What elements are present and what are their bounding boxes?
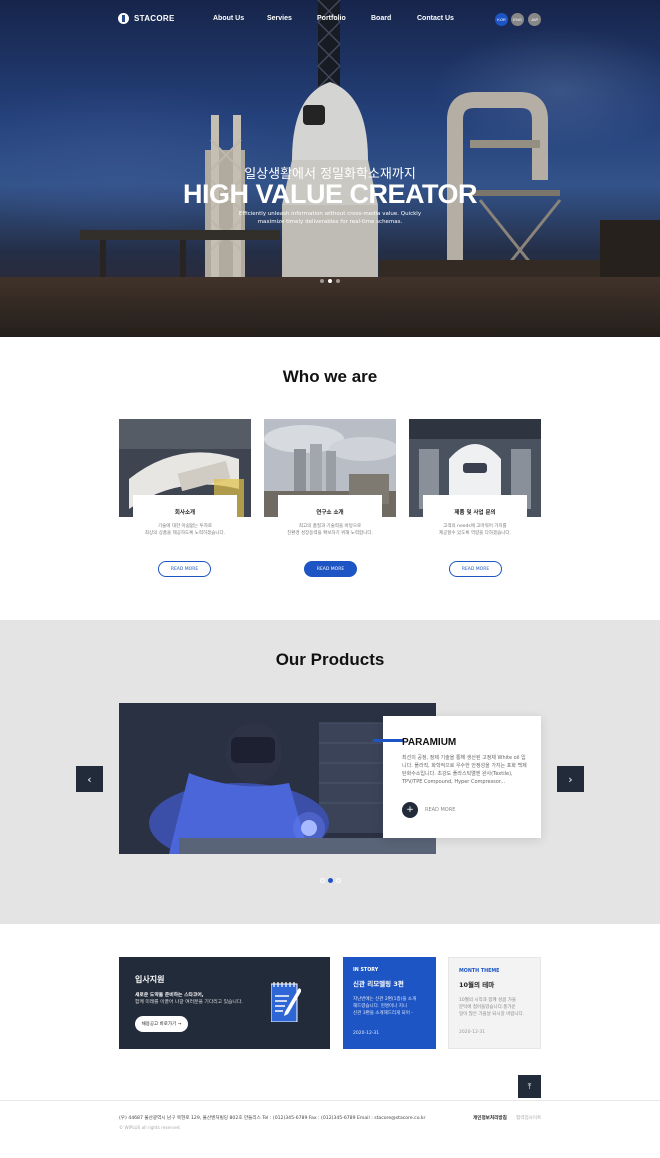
lang-kor-button[interactable]: KOR [495,13,508,26]
pagination-dot[interactable] [336,878,341,883]
story-card-month-theme[interactable]: MONTH THEME 10월의 테마 10월의 시작과 함께 성큼 가을 문턱… [448,957,541,1049]
products-next-button[interactable]: › [557,766,584,792]
story-tag: MONTH THEME [459,969,500,974]
footer-address: (우) 44687 울산광역시 남구 북현로 129, 울산벤처빌딩 802호 … [119,1116,426,1121]
pagination-dot[interactable] [328,878,333,883]
main-menu: About Us Servies Portfolio Board Contact… [0,15,660,27]
nav-about-us[interactable]: About Us [213,15,244,22]
card-research: 연구소 소개 최고의 품질과 기술력을 바탕으로 친환경 성장동력을 확보하기 … [264,419,396,579]
research-read-more-button[interactable]: READ MORE [304,561,357,577]
card-company-info: 회사소개 기술에 대한 아쉽없는 투자로 최상의 상품을 제공하도록 노력하겠습… [133,495,237,551]
story-title: 신관 리모델링 3편 [353,980,404,988]
nav-board[interactable]: Board [371,15,391,22]
card-inquiry-info: 제품 및 사업 문의 고객의 needs에 고마워어 가치를 제공할수 있도록 … [423,495,527,551]
product-read-more[interactable]: + READ MORE [402,802,455,818]
notepad-pen-icon [271,982,301,1022]
hero-title: HIGH VALUE CREATOR [182,179,478,209]
scroll-top-button[interactable]: ⤒ [518,1075,541,1098]
footer: (우) 44687 울산광역시 남구 북현로 129, 울산벤처빌딩 802호 … [0,1100,660,1158]
recruit-title: 입사지원 [135,975,165,984]
story-text: 10월의 시작과 함께 성큼 가을 문턱에 접어들었습니다.풍가운 일이 많은 … [459,998,525,1017]
recruit-description: 새로운 도약을 준비하는 스타코어, 함께 미래를 이끌어 나갈 여러분을 기다… [135,993,243,1005]
card-title: 연구소 소개 [316,510,344,516]
lang-jap-button[interactable]: JAP [528,13,541,26]
card-description: 고객의 needs에 고마워어 가치를 제공할수 있도록 역량을 다하겠습니다. [439,524,511,536]
arrow-up-icon: ⤒ [527,1081,532,1091]
product-info-card: PARAMIUM 최선의 공정, 정제 기술을 통해 생산된 고정제 White… [373,716,541,838]
card-inquiry: 제품 및 사업 문의 고객의 needs에 고마워어 가치를 제공할수 있도록 … [409,419,541,579]
partner-site-link[interactable]: 협력업사이트 [516,1115,541,1121]
privacy-policy-link[interactable]: 개인정보처리방침 [473,1115,507,1121]
nav-services[interactable]: Servies [267,15,292,22]
hero-banner: STACORE About Us Servies Portfolio Board… [0,0,660,337]
product-name: PARAMIUM [402,737,457,748]
card-title: 회사소개 [174,510,196,516]
chevron-left-icon: ‹ [87,772,92,786]
nav-contact-us[interactable]: Contact Us [417,15,454,22]
products-pagination [320,878,341,883]
hero-description: Efficiently unleash information without … [238,211,422,225]
recruit-box: 입사지원 새로운 도약을 준비하는 스타코어, 함께 미래를 이끌어 나갈 여러… [119,957,330,1049]
story-date: 2020-12-31 [353,1031,380,1036]
top-navigation: STACORE About Us Servies Portfolio Board… [0,0,660,40]
plus-icon[interactable]: + [402,802,418,818]
card-title: 제품 및 사업 문의 [454,510,496,516]
card-research-info: 연구소 소개 최고의 품질과 기술력을 바탕으로 친환경 성장동력을 확보하기 … [278,495,382,551]
product-description: 최선의 공정, 정제 기술을 통해 생산된 고정제 White oil 입니다.… [402,755,527,785]
recruit-link-button[interactable]: 채용공고 바로가기 → [135,1016,188,1032]
company-read-more-button[interactable]: READ MORE [158,561,211,577]
card-company: 회사소개 기술에 대한 아쉽없는 투자로 최상의 상품을 제공하도록 노력하겠습… [119,419,251,579]
card-description: 기술에 대한 아쉽없는 투자로 최상의 상품을 제공하도록 노력하겠습니다. [144,524,226,536]
lang-eng-button[interactable]: ENG [511,13,524,26]
nav-portfolio[interactable]: Portfolio [317,15,346,22]
who-we-are-title: Who we are [282,367,378,386]
pagination-dot[interactable] [336,279,340,283]
our-products-title: Our Products [275,650,385,669]
chevron-right-icon: › [568,772,573,786]
card-description: 최고의 품질과 기술력을 바탕으로 친환경 성장동력을 확보하기 위해 노력합니… [287,524,373,536]
footer-copyright: © WIPLUS all rights reserved. [119,1125,181,1130]
product-read-more-label: READ MORE [425,807,456,813]
story-tag: IN STORY [353,968,379,973]
pagination-dot[interactable] [328,279,332,283]
story-text: 지난번에는 신관 2편(1층)을 소개 해드렸습니다. 현명이나 지니 신관 3… [353,997,417,1016]
story-date: 2020-12-31 [459,1030,486,1035]
pagination-dot[interactable] [320,279,324,283]
story-card-remodeling[interactable]: IN STORY 신관 리모델링 3편 지난번에는 신관 2편(1층)을 소개 … [343,957,436,1049]
hero-pagination [320,279,340,283]
story-title: 10월의 테마 [459,981,495,989]
inquiry-read-more-button[interactable]: READ MORE [449,561,502,577]
products-prev-button[interactable]: ‹ [76,766,103,792]
pagination-dot[interactable] [320,878,325,883]
